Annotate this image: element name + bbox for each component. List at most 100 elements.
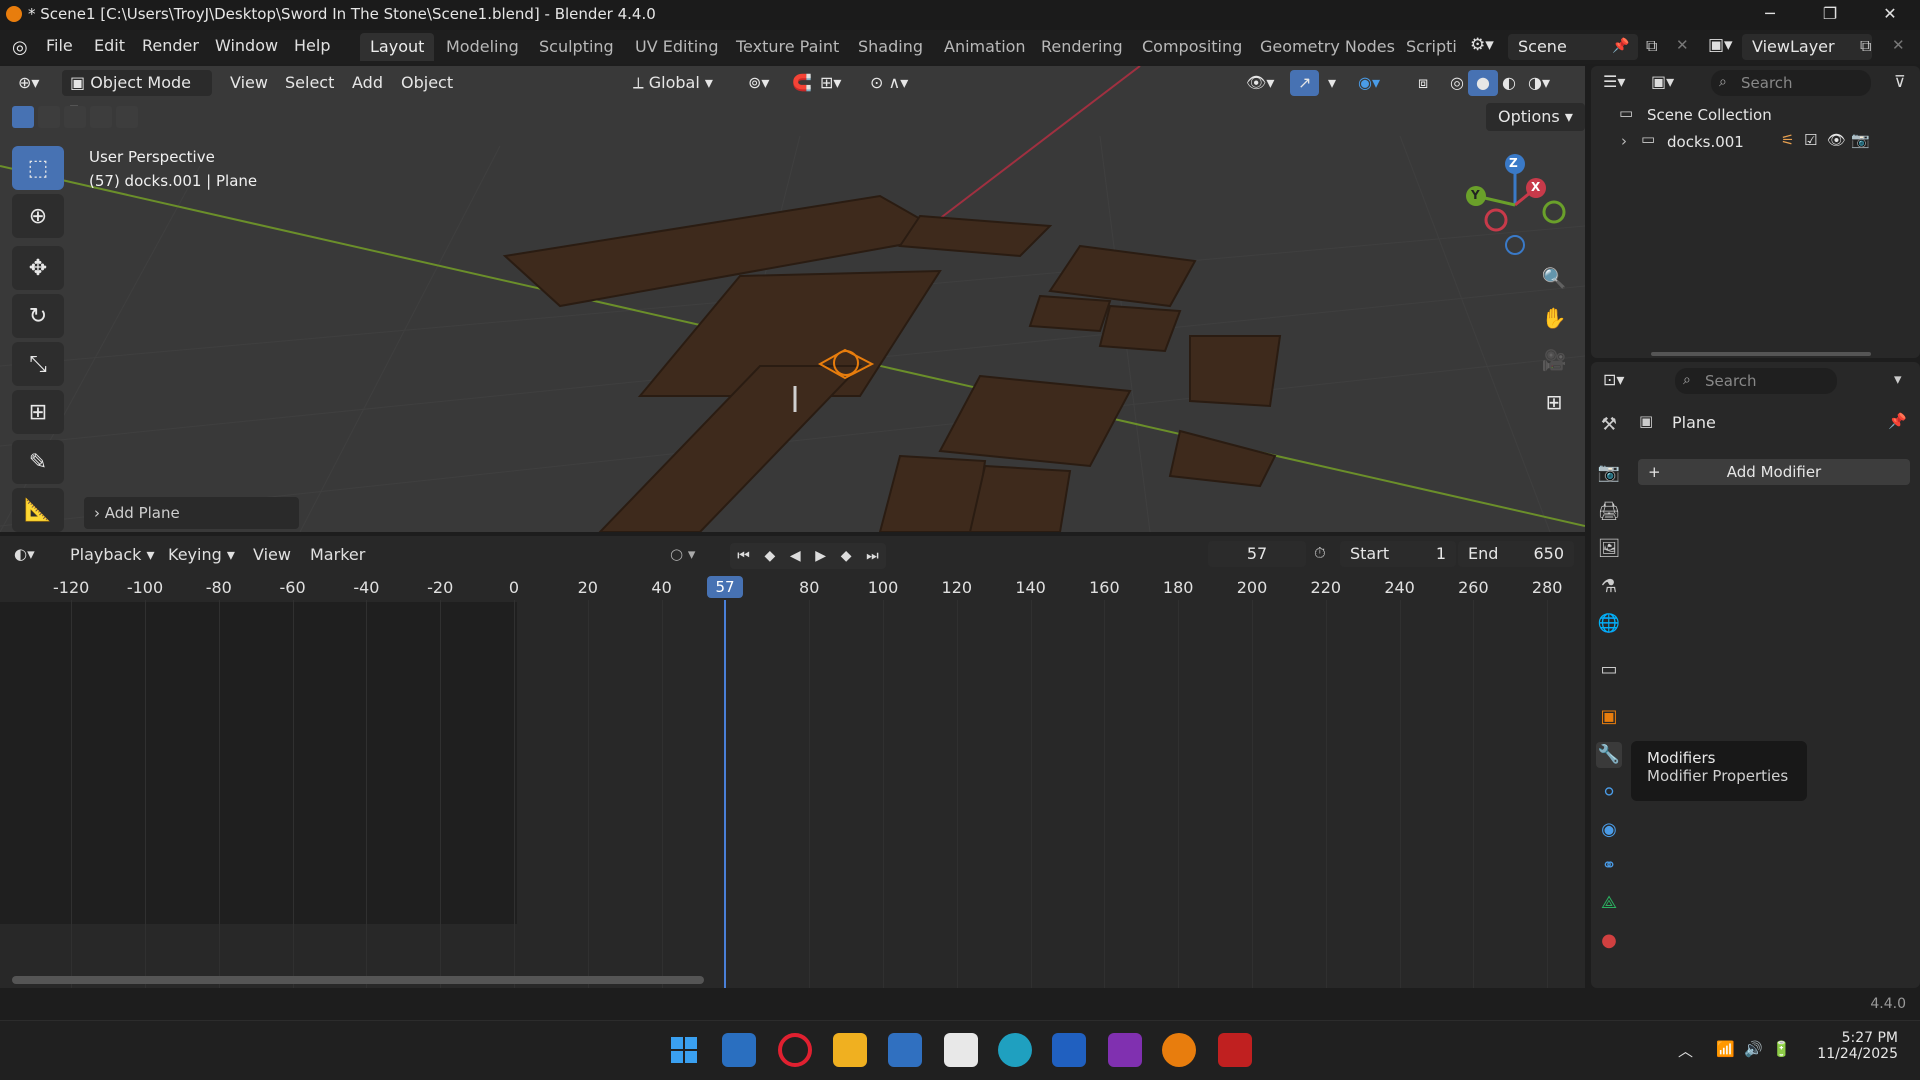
timeline-panel[interactable] [0,536,1585,988]
rotate-tool[interactable]: ↻ [12,294,64,338]
start-frame-field[interactable]: Start 1 [1340,541,1456,567]
proportional-edit-icon[interactable]: ⊙ ∧▾ [862,70,916,96]
3d-viewport[interactable] [0,66,1585,532]
particles-props-icon[interactable]: ⚪ [1596,780,1622,806]
tab-animation[interactable]: Animation [934,33,1036,61]
last-operator-panel[interactable]: › Add Plane [84,497,299,529]
wifi-icon[interactable]: 📶 [1716,1040,1735,1058]
timeline-menu-keying[interactable]: Keying ▾ [168,545,235,564]
expand-chevron-icon[interactable]: › [1621,132,1627,150]
timeline-editor-icon[interactable]: ◐▾ [14,545,35,563]
viewport-menu-view[interactable]: View [222,70,276,96]
notepad-icon[interactable] [944,1033,978,1067]
annotate-tool[interactable]: ✎ [12,440,64,484]
maximize-button[interactable]: ❐ [1800,0,1860,30]
current-frame-field[interactable]: 57 [1208,541,1306,567]
pan-hand-icon[interactable]: ✋ [1538,302,1570,334]
tab-texture-paint[interactable]: Texture Paint [726,33,849,61]
play-reverse-icon[interactable]: ◀ [790,548,801,564]
timeline-menu-playback[interactable]: Playback ▾ [70,545,155,564]
delete-scene-icon[interactable]: ✕ [1676,36,1689,54]
playhead-marker[interactable]: 57 [707,576,743,598]
play-icon[interactable]: ▶ [815,548,826,564]
transform-tool[interactable]: ⊞ [12,390,64,434]
scale-tool[interactable]: ⤡ [12,342,64,386]
modifier-props-icon[interactable]: 🔧 [1596,742,1622,768]
pin-icon[interactable]: 📌 [1888,412,1907,430]
jump-end-icon[interactable]: ⏭ [866,548,879,564]
select-invert-icon[interactable] [90,106,112,128]
gizmo-toggle-icon[interactable]: ↗ [1290,70,1320,96]
outliner-scrollbar[interactable] [1651,352,1871,356]
data-props-icon[interactable]: ⟁ [1596,890,1622,916]
viewport-menu-select[interactable]: Select [277,70,342,96]
render-props-icon[interactable]: 📷 [1596,460,1622,486]
minimize-button[interactable]: ─ [1740,0,1800,30]
clock[interactable]: 5:27 PM 11/24/2025 [1810,1030,1898,1062]
tab-layout[interactable]: Layout [360,33,435,61]
tray-chevron-icon[interactable]: ︿ [1678,1040,1693,1061]
opera-icon[interactable] [778,1033,812,1067]
new-viewlayer-icon[interactable]: ⧉ [1860,36,1871,56]
task-view-icon[interactable] [722,1033,756,1067]
tab-geometry-nodes[interactable]: Geometry Nodes [1250,33,1405,61]
measure-tool[interactable]: 📐 [12,488,64,532]
panel-options-icon[interactable]: ▾ [1894,370,1902,388]
menu-edit[interactable]: Edit [94,36,125,55]
timeline-menu-marker[interactable]: Marker [310,545,365,564]
blender-taskbar-icon[interactable] [1162,1033,1196,1067]
auto-keying-icon[interactable]: ○ ▾ [670,545,695,563]
jump-start-icon[interactable]: ⏮ [737,548,750,564]
object-props-icon[interactable]: ▣ [1596,704,1622,730]
constraints-props-icon[interactable]: ⚭ [1596,853,1622,879]
store-icon[interactable] [888,1033,922,1067]
outliner-editor-icon[interactable]: ☰▾ [1603,72,1625,91]
onenote-icon[interactable] [1108,1033,1142,1067]
view-layer-props-icon[interactable]: 🖼 [1596,536,1622,562]
scene-browse-icon[interactable]: ⚙▾ [1470,35,1506,61]
move-tool[interactable]: ✥ [12,246,64,290]
tab-scripting[interactable]: Scripti [1396,33,1458,61]
outliner-search-input[interactable]: Search [1711,70,1871,96]
select-box-tool[interactable]: ⬚ [12,146,64,190]
ortho-toggle-icon[interactable]: ⊞ [1538,386,1570,418]
viewport-menu-add[interactable]: Add [344,70,391,96]
render-camera-icon[interactable]: 📷 [1851,131,1870,149]
select-new-icon[interactable] [12,106,34,128]
display-mode-icon[interactable]: ▣▾ [1651,72,1674,91]
end-frame-field[interactable]: End 650 [1458,541,1574,567]
tab-modeling[interactable]: Modeling [436,33,529,61]
timeline-scrollbar[interactable] [12,976,704,984]
select-subtract-icon[interactable] [64,106,86,128]
output-props-icon[interactable]: 🖨 [1596,499,1622,525]
new-scene-icon[interactable]: ⧉ [1646,36,1657,56]
rendered-shading-icon[interactable]: ◑▾ [1520,70,1558,96]
material-props-icon[interactable]: ● [1596,928,1622,954]
properties-search-input[interactable]: Search [1675,368,1837,394]
collection-props-icon[interactable]: ▭ [1596,657,1622,683]
transform-orientation-dropdown[interactable]: ⟂ Global ▾ [625,70,721,96]
outliner-item-docks[interactable]: docks.001 [1667,133,1744,151]
windows-start-icon[interactable] [667,1033,701,1067]
xray-icon[interactable]: ⧈ [1410,70,1436,96]
pivot-icon[interactable]: ⊚▾ [740,70,777,96]
tab-compositing[interactable]: Compositing [1132,33,1252,61]
snap-target-icon[interactable]: ⊞▾ [812,70,849,96]
viewlayer-field[interactable]: ViewLayer [1742,34,1872,60]
add-modifier-button[interactable]: + Add Modifier [1638,459,1910,485]
prev-keyframe-icon[interactable]: ◆ [765,548,776,564]
scene-props-icon[interactable]: ⚗ [1596,574,1622,600]
eye-icon[interactable]: 👁 [1827,131,1846,149]
filter-icon[interactable]: ⊽ [1894,72,1906,91]
volume-icon[interactable]: 🔊 [1744,1040,1763,1058]
cursor-tool[interactable]: ⊕ [12,194,64,238]
gizmo-dropdown-icon[interactable]: ▾ [1320,70,1344,96]
options-dropdown[interactable]: Options ▾ [1486,103,1585,131]
menu-render[interactable]: Render [142,36,199,55]
tool-props-icon[interactable]: ⚒ [1596,412,1622,438]
file-explorer-icon[interactable] [833,1033,867,1067]
stopwatch-icon[interactable]: ⏱ [1314,544,1326,562]
timeline-menu-view[interactable]: View [253,545,291,564]
tab-uv-editing[interactable]: UV Editing [625,33,728,61]
checkbox-icon[interactable]: ☑ [1804,131,1817,149]
